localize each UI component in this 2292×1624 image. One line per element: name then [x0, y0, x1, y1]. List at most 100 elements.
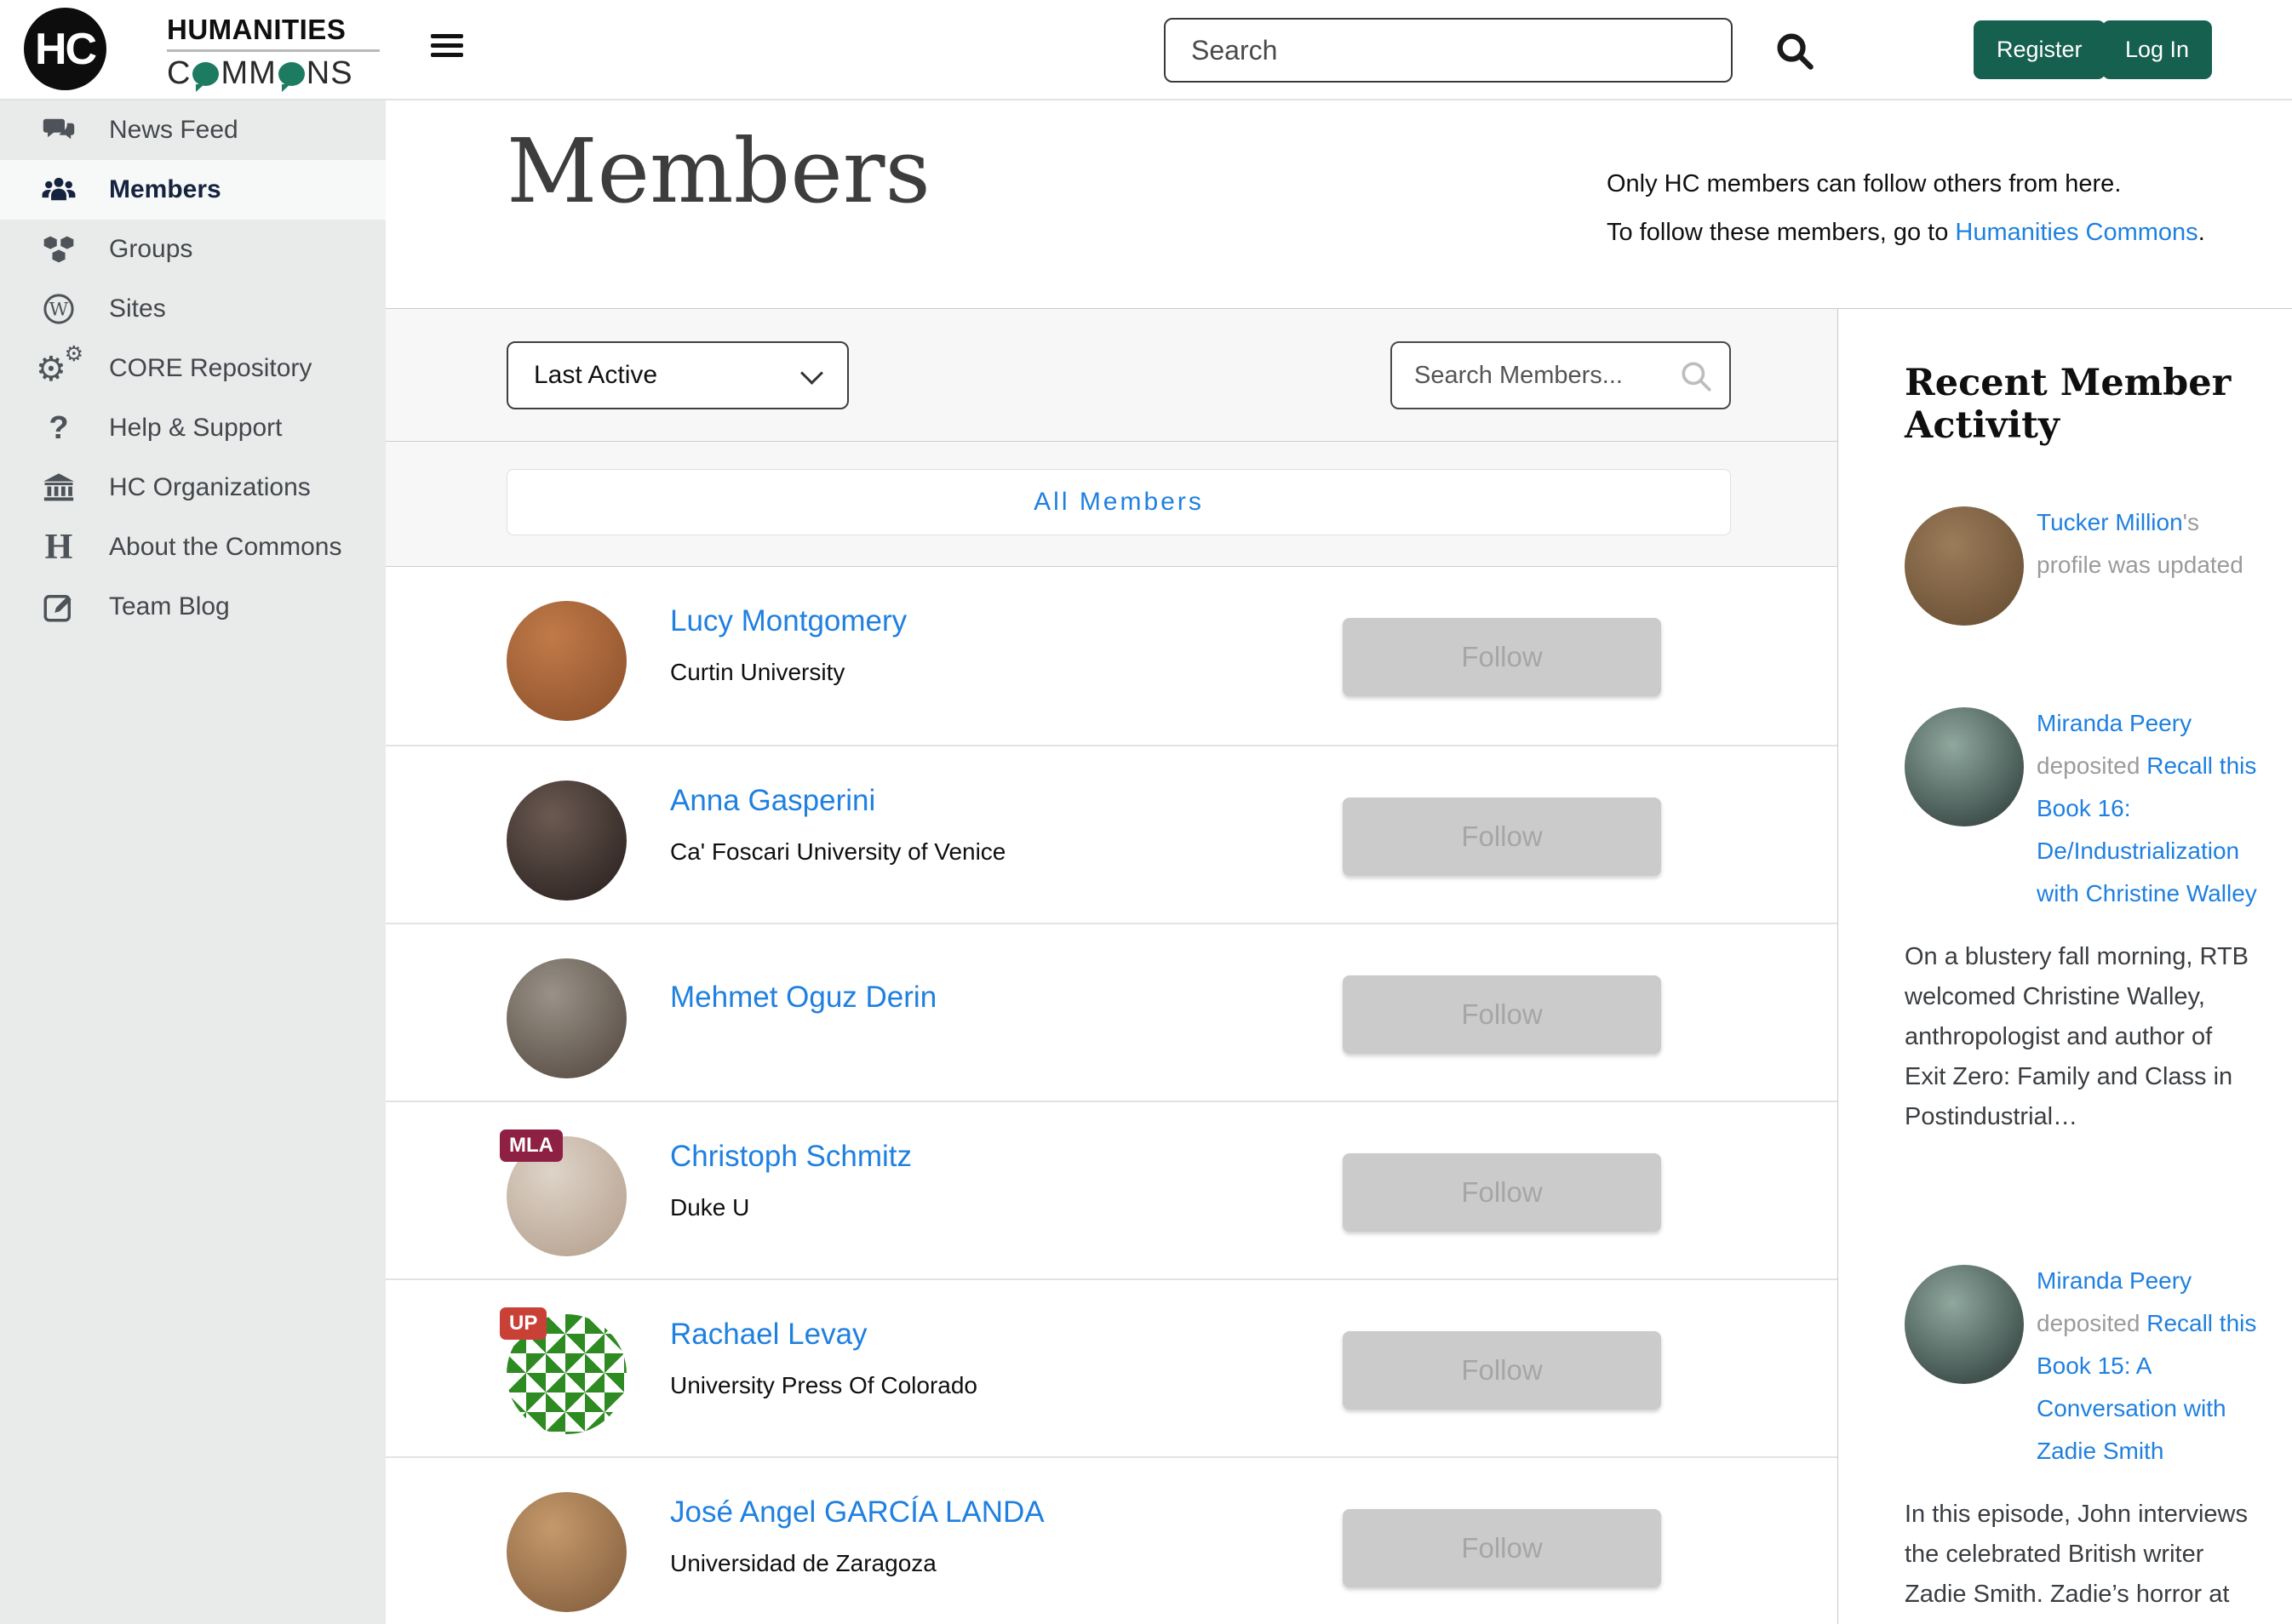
- pencil-square-icon: [34, 586, 83, 627]
- member-name-link[interactable]: José Angel GARCÍA LANDA: [670, 1495, 1045, 1530]
- member-row: José Angel GARCÍA LANDA Universidad de Za…: [386, 1456, 1837, 1624]
- recent-activity-heading: Recent Member Activity: [1905, 362, 2263, 447]
- note-text: To follow these members, go to: [1607, 219, 1955, 246]
- speech-bubble-icon: [278, 62, 305, 86]
- logo-divider: [167, 49, 380, 52]
- logo-letter: C: [167, 55, 191, 92]
- activity-avatar[interactable]: [1905, 707, 2024, 826]
- menu-hamburger-icon[interactable]: [431, 34, 463, 63]
- note-period: .: [2198, 219, 2205, 246]
- member-name-link[interactable]: Anna Gasperini: [670, 784, 875, 818]
- member-row: Anna GasperiniCa' Foscari University of …: [386, 745, 1837, 923]
- hc-logo[interactable]: HC: [24, 8, 106, 90]
- tab-all-members-label: All Members: [1034, 488, 1204, 517]
- follow-note: Only HC members can follow others from h…: [1607, 160, 2205, 257]
- activity-description: On a blustery fall morning, RTB welcomed…: [1905, 937, 2255, 1137]
- sort-order-select[interactable]: Last Active: [507, 341, 849, 409]
- follow-button[interactable]: Follow: [1343, 798, 1661, 876]
- activity-description: In this episode, John interviews the cel…: [1905, 1495, 2255, 1624]
- tab-all-members[interactable]: All Members: [507, 469, 1731, 535]
- sidebar-item-groups[interactable]: Groups: [0, 220, 386, 279]
- logo-line2: C MM NS: [167, 55, 380, 92]
- register-button[interactable]: Register: [1974, 20, 2106, 79]
- follow-note-line2: To follow these members, go to Humanitie…: [1607, 209, 2205, 257]
- sidebar-item-hc-organizations[interactable]: HC Organizations: [0, 458, 386, 518]
- app-root: HC HUMANITIES C MM NS Register Log In News…: [0, 0, 2292, 1624]
- member-avatar[interactable]: [507, 1492, 627, 1612]
- sidebar-item-help-support[interactable]: ? Help & Support: [0, 398, 386, 458]
- sidebar-item-news-feed[interactable]: News Feed: [0, 100, 386, 160]
- page-title: Members: [507, 119, 931, 223]
- sidebar-item-about-the-commons[interactable]: HAbout the Commons: [0, 518, 386, 577]
- sidebar-item-label: Members: [109, 175, 221, 204]
- member-row: MLA Christoph Schmitz Duke U Follow: [386, 1101, 1837, 1278]
- sidebar-item-members[interactable]: Members: [0, 160, 386, 220]
- activity-text: Miranda Peery deposited Recall this Book…: [2037, 1260, 2263, 1472]
- follow-button[interactable]: Follow: [1343, 1153, 1661, 1232]
- member-name-link[interactable]: Rachael Levay: [670, 1318, 868, 1352]
- activity-actor-link[interactable]: Miranda Peery: [2037, 710, 2192, 736]
- members-main-column: Last Active Al: [386, 309, 1837, 1624]
- sidebar-item-label: About the Commons: [109, 533, 341, 562]
- member-avatar[interactable]: [507, 781, 627, 901]
- members-filter-bar: Last Active: [386, 309, 1837, 442]
- follow-button[interactable]: Follow: [1343, 1331, 1661, 1410]
- member-name-link[interactable]: Christoph Schmitz: [670, 1140, 912, 1174]
- sidebar-item-label: News Feed: [109, 116, 238, 145]
- humanities-commons-link[interactable]: Humanities Commons: [1955, 219, 2197, 246]
- member-badge: MLA: [500, 1129, 563, 1162]
- sidebar-item-sites[interactable]: W Sites: [0, 279, 386, 339]
- site-search-input[interactable]: [1166, 20, 1731, 81]
- activity-actor-link[interactable]: Tucker Million: [2037, 509, 2183, 535]
- svg-text:W: W: [49, 300, 69, 321]
- humanities-commons-logo[interactable]: HUMANITIES C MM NS: [167, 14, 380, 92]
- activity-item: Miranda Peery deposited Recall this Book…: [1905, 707, 2263, 1137]
- sidebar-item-label: Groups: [109, 235, 192, 264]
- sidebar-item-label: Sites: [109, 294, 166, 323]
- speech-bubble-icon: [192, 62, 219, 86]
- activity-text: Tucker Million's profile was updated: [2037, 501, 2263, 626]
- activity-actor-link[interactable]: Miranda Peery: [2037, 1267, 2192, 1294]
- member-avatar[interactable]: [507, 601, 627, 721]
- search-icon[interactable]: [1678, 358, 1714, 394]
- bank-icon: [34, 467, 83, 508]
- sidebar-item-label: Help & Support: [109, 414, 282, 443]
- comments-icon: [34, 110, 83, 151]
- sidebar-item-label: Team Blog: [109, 592, 230, 621]
- search-icon[interactable]: [1773, 29, 1817, 73]
- member-row: Mehmet Oguz Derin Follow: [386, 923, 1837, 1101]
- site-search-box: [1164, 18, 1733, 83]
- logo-letters: MM: [221, 55, 276, 92]
- recent-activity-panel: Recent Member Activity Tucker Million's …: [1837, 309, 2292, 1624]
- activity-item: Miranda Peery deposited Recall this Book…: [1905, 1265, 2263, 1624]
- logo-letters: NS: [307, 55, 353, 92]
- sort-selected-value: Last Active: [534, 361, 657, 390]
- sidebar-item-team-blog[interactable]: Team Blog: [0, 577, 386, 637]
- follow-button[interactable]: Follow: [1343, 618, 1661, 696]
- member-badge: UP: [500, 1307, 547, 1340]
- sidebar-item-label: HC Organizations: [109, 473, 311, 502]
- activity-avatar[interactable]: [1905, 506, 2024, 626]
- follow-button[interactable]: Follow: [1343, 975, 1661, 1054]
- member-list: Lucy MontgomeryCurtin UniversityFollowAn…: [386, 567, 1837, 1624]
- member-avatar[interactable]: [507, 958, 627, 1078]
- page-header-band: Members Only HC members can follow other…: [386, 100, 2292, 308]
- member-institution: Duke U: [670, 1194, 749, 1221]
- member-name-link[interactable]: Lucy Montgomery: [670, 604, 907, 638]
- logo-line1: HUMANITIES: [167, 14, 380, 46]
- activity-avatar[interactable]: [1905, 1265, 2024, 1384]
- sidebar-item-core-repository[interactable]: ⚙⚙CORE Repository: [0, 339, 386, 398]
- member-name-link[interactable]: Mehmet Oguz Derin: [670, 981, 937, 1015]
- follow-button[interactable]: Follow: [1343, 1509, 1661, 1587]
- sidebar-item-label: CORE Repository: [109, 354, 312, 383]
- member-institution: University Press Of Colorado: [670, 1372, 977, 1399]
- left-sidebar: News Feed Members Groups W Sites ⚙⚙CORE Repos…: [0, 100, 386, 1624]
- question-icon: ?: [34, 408, 83, 449]
- activity-list: Tucker Million's profile was updatedMira…: [1905, 506, 2263, 1624]
- login-button[interactable]: Log In: [2102, 20, 2212, 79]
- member-institution: Universidad de Zaragoza: [670, 1550, 937, 1577]
- member-row: UP Rachael Levay University Press Of Color…: [386, 1278, 1837, 1456]
- members-icon: [34, 169, 83, 210]
- wordpress-icon: W: [34, 289, 83, 329]
- member-institution: Curtin University: [670, 659, 845, 686]
